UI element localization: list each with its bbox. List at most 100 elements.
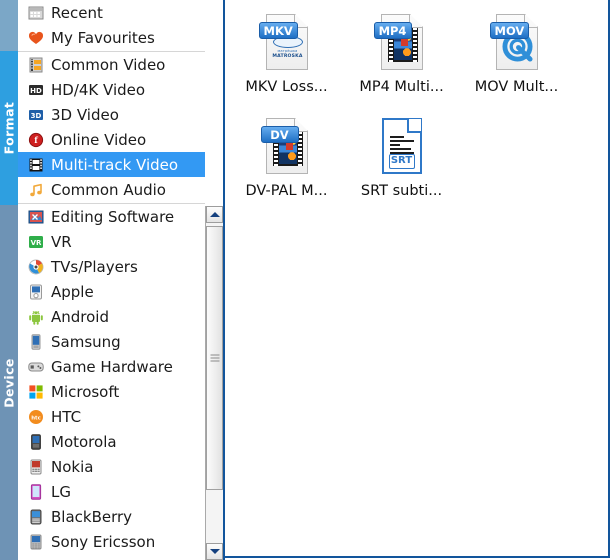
mp4-file-icon: MP4 — [373, 12, 430, 76]
sidebar-item-vr[interactable]: VR VR — [18, 229, 205, 254]
hd-icon: HD — [28, 82, 44, 98]
sidebar-item-label: Editing Software — [51, 207, 175, 226]
format-item-mkv[interactable]: матрёшка MATROSKA MKV MKV Loss... — [229, 8, 344, 112]
sidebar-item-tvs-players[interactable]: TVs/Players — [18, 254, 205, 279]
sidebar-item-label: Microsoft — [51, 382, 120, 401]
category-list[interactable]: Recent My Favourites Common Video HD HD/… — [18, 0, 205, 560]
gamepad-icon — [28, 359, 44, 375]
lg-icon — [28, 483, 44, 500]
sidebar-item-multi-track-video[interactable]: Multi-track Video — [18, 152, 205, 177]
category-group-device: Editing Software VR VR TVs/Players Apple… — [18, 204, 205, 554]
htc-icon: htc — [28, 409, 44, 425]
category-group-recent: Recent My Favourites — [18, 0, 205, 50]
editing-software-icon — [28, 209, 44, 225]
sidebar-item-label: VR — [51, 232, 72, 251]
format-item-mov[interactable]: MOV MOV Mult... — [459, 8, 574, 112]
scroll-thumb[interactable] — [206, 226, 223, 490]
sidebar-item-label: TVs/Players — [51, 257, 138, 276]
sidebar-item-my-favourites[interactable]: My Favourites — [18, 25, 205, 50]
sidebar-item-blackberry[interactable]: BlackBerry — [18, 504, 205, 529]
sidebar-item-samsung[interactable]: Samsung — [18, 329, 205, 354]
sidebar-item-label: Common Audio — [51, 180, 166, 199]
dv-file-icon: DV — [259, 116, 315, 180]
svg-text:VR: VR — [31, 239, 42, 247]
sony-ericsson-icon — [28, 534, 44, 550]
svg-text:f: f — [34, 135, 38, 145]
online-video-icon: f — [28, 132, 44, 148]
sidebar-item-common-video[interactable]: Common Video — [18, 52, 205, 77]
sidebar-item-online-video[interactable]: f Online Video — [18, 127, 205, 152]
sidebar-item-sony-ericsson[interactable]: Sony Ericsson — [18, 529, 205, 554]
sidebar-item-label: Common Video — [51, 55, 166, 74]
microsoft-icon — [28, 384, 44, 400]
chevron-down-icon — [209, 549, 220, 554]
film-strip-icon — [28, 57, 44, 73]
format-item-mp4[interactable]: MP4 MP4 Multi... — [344, 8, 459, 112]
format-grid-panel: матрёшка MATROSKA MKV MKV Loss... MP4 MP… — [225, 0, 610, 558]
sidebar-item-label: Sony Ericsson — [51, 532, 156, 551]
format-picker-window: Format Device Recent My Favourites Commo… — [0, 0, 612, 560]
sidebar-item-recent[interactable]: Recent — [18, 0, 205, 25]
sidebar-item-editing-software[interactable]: Editing Software — [18, 204, 205, 229]
sidebar-item-label: Game Hardware — [51, 357, 173, 376]
sidebar-item-apple[interactable]: Apple — [18, 279, 205, 304]
sidebar-item-htc[interactable]: htc HTC — [18, 404, 205, 429]
matroska-wordmark: MATROSKA — [272, 54, 303, 59]
sidebar-item-lg[interactable]: LG — [18, 479, 205, 504]
format-item-label: DV-PAL M... — [245, 183, 328, 199]
chevron-up-icon — [209, 212, 220, 217]
format-item-srt[interactable]: SRT SRT subti... — [344, 112, 459, 216]
android-icon — [28, 309, 44, 325]
sidebar-item-label: 3D Video — [51, 105, 119, 124]
scrollbar-track[interactable] — [206, 223, 223, 543]
category-group-format: Common Video HD HD/4K Video 3D 3D Video … — [18, 52, 205, 202]
sidebar-item-label: Motorola — [51, 432, 117, 451]
tab-format[interactable]: Format — [0, 51, 18, 205]
vertical-tab-strip: Format Device — [0, 0, 18, 560]
sidebar-item-label: HTC — [51, 407, 82, 426]
document-sheet: SRT — [381, 118, 422, 174]
sidebar-item-label: Online Video — [51, 130, 147, 149]
tab-device-label: Device — [1, 357, 17, 408]
sidebar-item-motorola[interactable]: Motorola — [18, 429, 205, 454]
matroska-cyrillic-text: матрёшка — [277, 49, 298, 53]
svg-text:htc: htc — [31, 415, 41, 421]
format-item-dv-pal[interactable]: DV DV-PAL M... — [229, 112, 344, 216]
nokia-icon — [28, 459, 44, 475]
blackberry-icon — [28, 509, 44, 525]
sidebar-item-nokia[interactable]: Nokia — [18, 454, 205, 479]
tab-format-label: Format — [1, 101, 17, 155]
sidebar-scrollbar[interactable] — [205, 206, 223, 560]
svg-text:3D: 3D — [31, 112, 42, 120]
tab-device[interactable]: Device — [0, 205, 18, 560]
sidebar-item-label: Nokia — [51, 457, 94, 476]
format-badge: MP4 — [373, 22, 412, 39]
scroll-down-arrow[interactable] — [206, 543, 223, 560]
format-item-label: MP4 Multi... — [359, 79, 444, 95]
svg-text:HD: HD — [30, 87, 42, 95]
samsung-icon — [28, 333, 44, 350]
format-badge: MKV — [258, 22, 298, 39]
sidebar-item-android[interactable]: Android — [18, 304, 205, 329]
sidebar-item-hd-4k-video[interactable]: HD HD/4K Video — [18, 77, 205, 102]
srt-file-icon: SRT — [374, 116, 430, 180]
tv-players-icon — [28, 259, 44, 275]
mkv-file-icon: матрёшка MATROSKA MKV — [258, 12, 315, 76]
sidebar-item-label: Android — [51, 307, 109, 326]
scroll-up-arrow[interactable] — [206, 206, 223, 223]
sidebar-item-3d-video[interactable]: 3D 3D Video — [18, 102, 205, 127]
vr-icon: VR — [28, 234, 44, 250]
heart-icon — [28, 30, 44, 46]
scroll-thumb-grip-icon — [210, 354, 219, 362]
multitrack-film-icon — [28, 157, 44, 173]
sidebar-item-label: My Favourites — [51, 28, 155, 47]
srt-tag-label: SRT — [388, 154, 415, 169]
music-note-icon — [28, 182, 44, 198]
format-item-label: MKV Loss... — [245, 79, 328, 95]
recent-icon — [28, 5, 44, 21]
sidebar-item-label: Recent — [51, 3, 103, 22]
sidebar-item-microsoft[interactable]: Microsoft — [18, 379, 205, 404]
sidebar-item-common-audio[interactable]: Common Audio — [18, 177, 205, 202]
sidebar-item-game-hardware[interactable]: Game Hardware — [18, 354, 205, 379]
film-perforations-right — [412, 28, 417, 62]
